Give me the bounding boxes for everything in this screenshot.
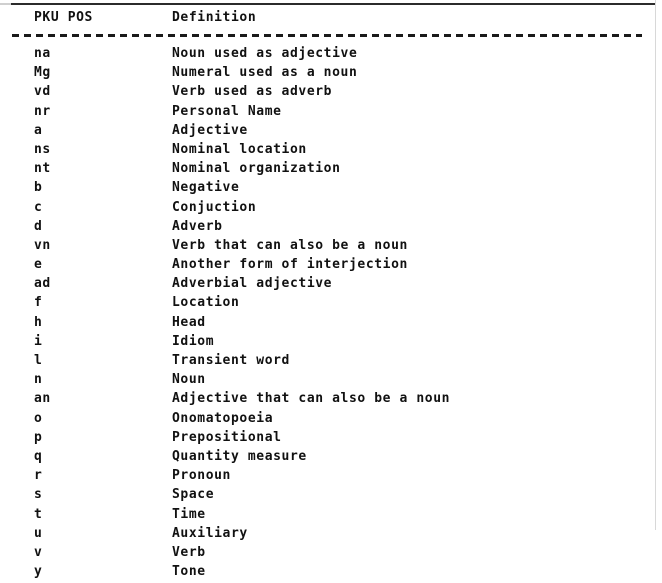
- pos-code-cell: v: [34, 544, 43, 560]
- pos-code-cell: an: [34, 391, 51, 407]
- table-row: l Transient word: [0, 353, 662, 372]
- table-row: ad Adverbial adjective: [0, 276, 662, 295]
- table-row: y Tone: [0, 564, 662, 583]
- table-row: o Onomatopoeia: [0, 411, 662, 430]
- pos-code-cell: n: [34, 372, 43, 388]
- pos-code-cell: a: [34, 122, 43, 138]
- pos-code-cell: s: [34, 487, 43, 503]
- pos-definition-cell: Verb used as adverb: [172, 84, 333, 100]
- page-edge-artifact: [655, 0, 656, 530]
- pos-definition-cell: Time: [172, 506, 206, 522]
- table-row: nt Nominal organization: [0, 161, 662, 180]
- pos-definition-cell: Pronoun: [172, 468, 231, 484]
- pos-code-cell: o: [34, 410, 43, 426]
- table-row: h Head: [0, 315, 662, 334]
- table-row: vn Verb that can also be a noun: [0, 238, 662, 257]
- pos-definition-cell: Personal Name: [172, 103, 282, 119]
- table-body: na Noun used as adjective Mg Numeral used a…: [0, 46, 662, 583]
- table-row: d Adverb: [0, 219, 662, 238]
- table-row: f Location: [0, 295, 662, 314]
- table-row: i Idiom: [0, 334, 662, 353]
- pos-code-cell: y: [34, 564, 43, 580]
- pos-definition-cell: Numeral used as a noun: [172, 65, 358, 81]
- table-row: na Noun used as adjective: [0, 46, 662, 65]
- header-definition: Definition: [172, 10, 257, 25]
- pos-code-cell: f: [34, 295, 43, 311]
- pos-code-cell: h: [34, 314, 43, 330]
- pos-code-cell: ns: [34, 141, 51, 157]
- table-row: an Adjective that can also be a noun: [0, 391, 662, 410]
- pos-code-cell: vd: [34, 84, 51, 100]
- table-row: q Quantity measure: [0, 449, 662, 468]
- table-row: u Auxiliary: [0, 526, 662, 545]
- table-row: vd Verb used as adverb: [0, 84, 662, 103]
- table-row: b Negative: [0, 180, 662, 199]
- pos-code-cell: e: [34, 257, 43, 273]
- pos-code-cell: q: [34, 448, 43, 464]
- table-row: e Another form of interjection: [0, 257, 662, 276]
- table-row: r Pronoun: [0, 468, 662, 487]
- table-header-dashed-rule: [12, 34, 642, 37]
- table-top-rule: [11, 3, 656, 5]
- table-row: n Noun: [0, 372, 662, 391]
- pos-code-cell: c: [34, 199, 43, 215]
- pos-code-cell: d: [34, 218, 43, 234]
- pos-definition-cell: Auxiliary: [172, 525, 248, 541]
- pos-code-cell: vn: [34, 237, 51, 253]
- pos-definition-cell: Negative: [172, 180, 240, 196]
- pos-definition-cell: Transient word: [172, 353, 290, 368]
- pos-code-cell: nr: [34, 103, 51, 119]
- table-row: c Conjuction: [0, 200, 662, 219]
- pos-definition-cell: Prepositional: [172, 429, 282, 445]
- table-row: ns Nominal location: [0, 142, 662, 161]
- pos-code-cell: r: [34, 468, 43, 484]
- pos-definition-cell: Adverb: [172, 218, 223, 234]
- pos-definition-cell: Noun: [172, 372, 206, 388]
- pos-definition-cell: Nominal location: [172, 141, 307, 157]
- pos-definition-cell: Onomatopoeia: [172, 410, 274, 426]
- table-row: s Space: [0, 487, 662, 506]
- pos-code-cell: u: [34, 525, 43, 541]
- pos-code-cell: t: [34, 506, 43, 522]
- pos-definition-cell: Adjective: [172, 122, 248, 138]
- table-row: p Prepositional: [0, 430, 662, 449]
- pos-definition-cell: Adverbial adjective: [172, 276, 333, 292]
- pos-code-cell: l: [34, 353, 43, 368]
- header-pku-pos: PKU POS: [34, 10, 93, 25]
- pku-pos-table-page: { "document": { "type": "scanned-table",…: [0, 0, 662, 579]
- pos-definition-cell: Head: [172, 314, 206, 330]
- pos-code-cell: i: [34, 333, 43, 349]
- table-row: nr Personal Name: [0, 104, 662, 123]
- pos-definition-cell: Verb that can also be a noun: [172, 237, 408, 253]
- pos-code-cell: Mg: [34, 65, 51, 81]
- pos-code-cell: na: [34, 46, 51, 61]
- pos-code-cell: nt: [34, 161, 51, 177]
- pos-definition-cell: Noun used as adjective: [172, 46, 358, 61]
- table-row: Mg Numeral used as a noun: [0, 65, 662, 84]
- pos-definition-cell: Location: [172, 295, 240, 311]
- table-row: a Adjective: [0, 123, 662, 142]
- pos-definition-cell: Space: [172, 487, 215, 503]
- pos-code-cell: b: [34, 180, 43, 196]
- pos-code-cell: p: [34, 429, 43, 445]
- pos-definition-cell: Another form of interjection: [172, 257, 408, 273]
- pos-code-cell: ad: [34, 276, 51, 292]
- pos-definition-cell: Verb: [172, 544, 206, 560]
- pos-definition-cell: Tone: [172, 564, 206, 580]
- table-header-row: PKU POS Definition: [0, 10, 662, 28]
- pos-definition-cell: Idiom: [172, 333, 215, 349]
- pos-definition-cell: Conjuction: [172, 199, 257, 215]
- table-row: v Verb: [0, 545, 662, 564]
- pos-definition-cell: Nominal organization: [172, 161, 341, 177]
- pos-definition-cell: Adjective that can also be a noun: [172, 391, 451, 407]
- table-row: t Time: [0, 507, 662, 526]
- pos-definition-cell: Quantity measure: [172, 448, 307, 464]
